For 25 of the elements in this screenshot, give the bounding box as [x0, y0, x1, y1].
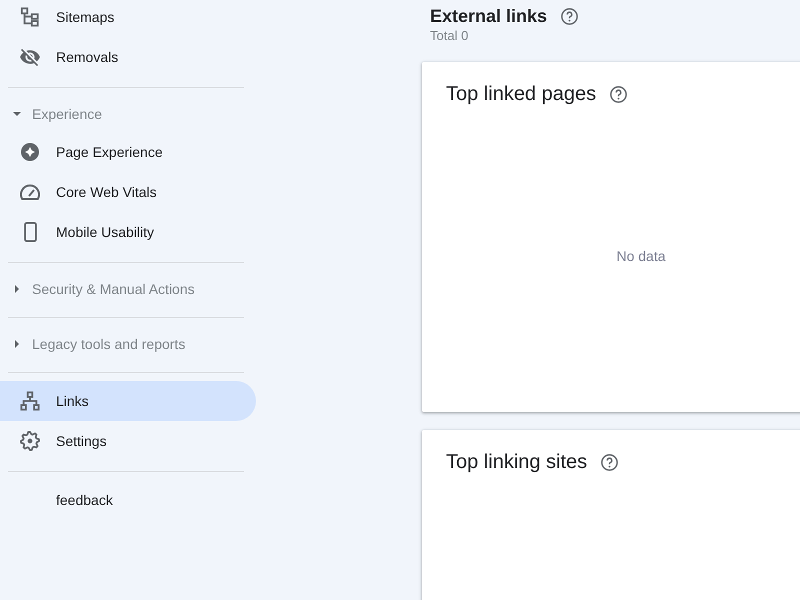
page-title: External links	[430, 6, 548, 26]
help-icon[interactable]	[601, 454, 618, 470]
caret-right-icon	[15, 285, 19, 293]
nav-link[interactable]: Settings	[0, 421, 256, 461]
nav-link[interactable]: Core Web Vitals	[0, 172, 256, 212]
nav-link[interactable]: Removals	[0, 37, 256, 77]
help-icon[interactable]	[561, 8, 578, 24]
hierarchy-icon	[20, 391, 40, 411]
total-count: Total 0	[430, 28, 468, 44]
tree-structure-icon	[20, 7, 40, 27]
caret-right-icon	[15, 340, 19, 348]
empty-state-text: No data	[616, 248, 666, 264]
nav-link[interactable]: feedback	[0, 480, 256, 520]
nav-link[interactable]: Page Experience	[0, 132, 256, 172]
gauge-icon	[20, 184, 40, 200]
eye-slash-icon	[20, 48, 40, 66]
caret-down-icon	[13, 112, 21, 116]
card-title: Top linking sites	[446, 450, 588, 474]
card-title: Top linked pages	[446, 82, 596, 106]
nav-link[interactable]: Sitemaps	[0, 0, 256, 37]
nav-link[interactable]: Mobile Usability	[0, 212, 256, 252]
phone-icon	[24, 222, 36, 242]
settings-icon	[20, 431, 40, 451]
help-icon[interactable]	[610, 86, 628, 102]
nav-link[interactable]: Links	[0, 381, 256, 421]
